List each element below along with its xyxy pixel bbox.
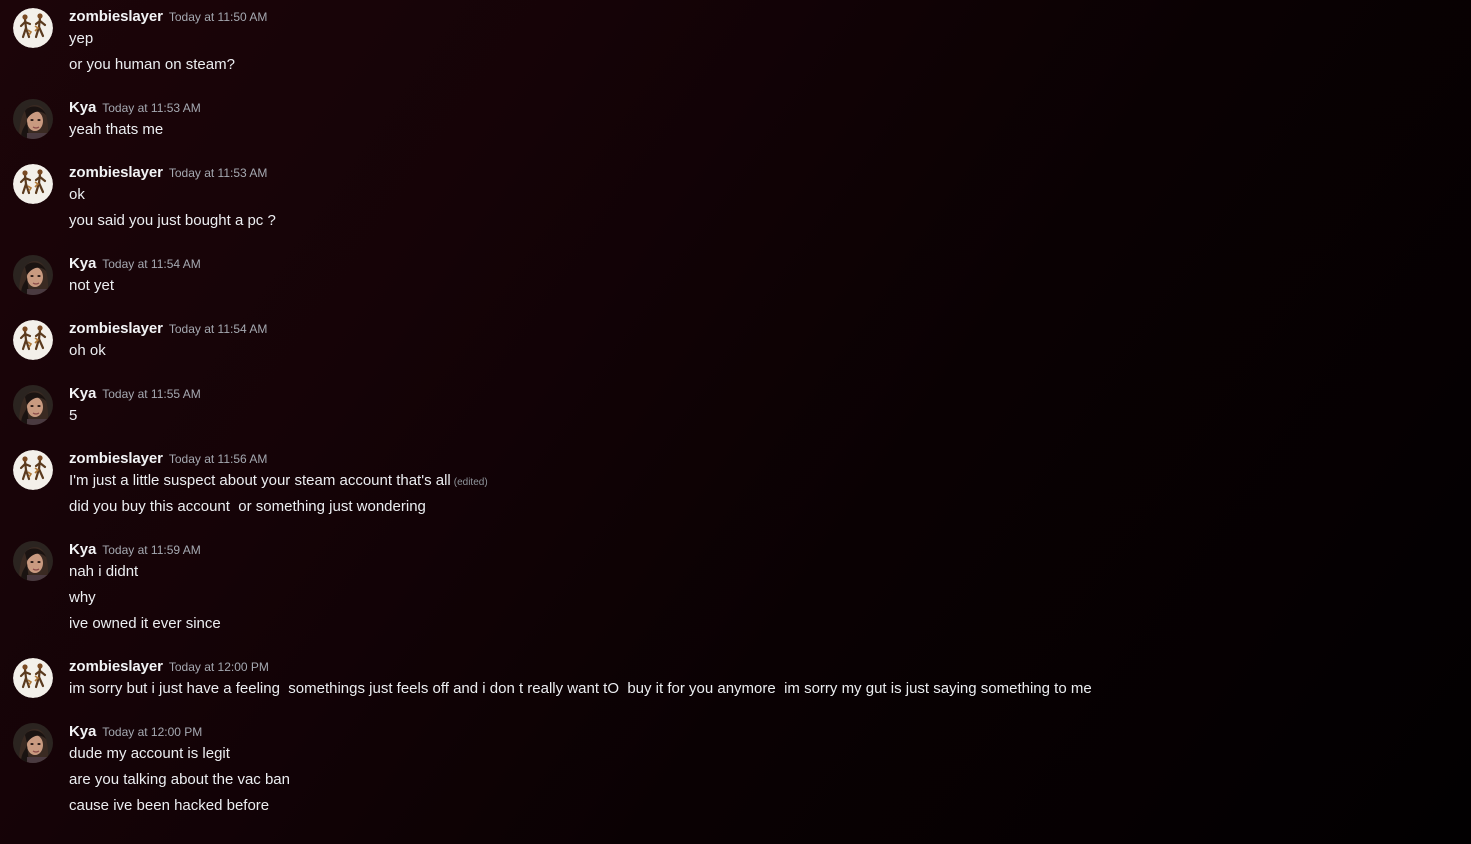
- timestamp[interactable]: Today at 11:54 AM: [102, 257, 201, 271]
- message-text: nah i didnt: [69, 563, 139, 580]
- message-header: Kya Today at 12:00 PM: [69, 723, 202, 743]
- message-text: dude my account is legit: [69, 745, 230, 762]
- username[interactable]: Kya: [69, 99, 96, 116]
- username[interactable]: zombieslayer: [69, 450, 163, 467]
- message-text: ok: [69, 186, 85, 203]
- message-text: yep: [69, 30, 94, 47]
- kya-avatar-icon[interactable]: [13, 541, 53, 581]
- message-text-row: I'm just a little suspect about your ste…: [69, 471, 488, 493]
- message-header: Kya Today at 11:53 AM: [69, 99, 201, 119]
- username[interactable]: Kya: [69, 723, 96, 740]
- zombieslayer-avatar-icon[interactable]: [13, 450, 53, 490]
- message-header: Kya Today at 11:59 AM: [69, 541, 201, 561]
- message-text: im sorry but i just have a feeling somet…: [69, 680, 1092, 697]
- kya-avatar-icon[interactable]: [13, 255, 53, 295]
- message-text: you said you just bought a pc ?: [69, 212, 276, 229]
- message-header: zombieslayer Today at 11:56 AM: [69, 450, 267, 470]
- message-text: yeah thats me: [69, 121, 164, 138]
- timestamp[interactable]: Today at 11:59 AM: [102, 543, 201, 557]
- message-text: or you human on steam?: [69, 56, 235, 73]
- kya-avatar-icon[interactable]: [13, 385, 53, 425]
- message-header: zombieslayer Today at 12:00 PM: [69, 658, 269, 678]
- username[interactable]: Kya: [69, 255, 96, 272]
- zombieslayer-avatar-icon[interactable]: [13, 320, 53, 360]
- message-text: why: [69, 589, 96, 606]
- timestamp[interactable]: Today at 11:50 AM: [169, 10, 268, 24]
- username[interactable]: zombieslayer: [69, 8, 163, 25]
- username[interactable]: Kya: [69, 385, 96, 402]
- timestamp[interactable]: Today at 12:00 PM: [169, 660, 269, 674]
- message-text: 5: [69, 407, 78, 424]
- username[interactable]: zombieslayer: [69, 164, 163, 181]
- timestamp[interactable]: Today at 11:56 AM: [169, 452, 268, 466]
- message-header: zombieslayer Today at 11:50 AM: [69, 8, 267, 28]
- timestamp[interactable]: Today at 11:55 AM: [102, 387, 201, 401]
- username[interactable]: zombieslayer: [69, 658, 163, 675]
- message-text: I'm just a little suspect about your ste…: [69, 472, 451, 489]
- edited-label: (edited): [453, 477, 488, 488]
- message-header: Kya Today at 11:54 AM: [69, 255, 201, 275]
- chat-message-list: zombieslayer Today at 11:50 AM yep or you…: [0, 0, 1471, 844]
- zombieslayer-avatar-icon[interactable]: [13, 164, 53, 204]
- timestamp[interactable]: Today at 12:00 PM: [102, 725, 202, 739]
- message-text: oh ok: [69, 342, 106, 359]
- message-header: zombieslayer Today at 11:54 AM: [69, 320, 267, 340]
- username[interactable]: zombieslayer: [69, 320, 163, 337]
- timestamp[interactable]: Today at 11:53 AM: [102, 101, 201, 115]
- zombieslayer-avatar-icon[interactable]: [13, 658, 53, 698]
- message-header: zombieslayer Today at 11:53 AM: [69, 164, 267, 184]
- zombieslayer-avatar-icon[interactable]: [13, 8, 53, 48]
- message-text: did you buy this account or something ju…: [69, 498, 426, 515]
- message-text: are you talking about the vac ban: [69, 771, 290, 788]
- username[interactable]: Kya: [69, 541, 96, 558]
- message-text: cause ive been hacked before: [69, 797, 270, 814]
- kya-avatar-icon[interactable]: [13, 723, 53, 763]
- timestamp[interactable]: Today at 11:53 AM: [169, 166, 268, 180]
- message-text: not yet: [69, 277, 115, 294]
- message-header: Kya Today at 11:55 AM: [69, 385, 201, 405]
- message-text: ive owned it ever since: [69, 615, 221, 632]
- kya-avatar-icon[interactable]: [13, 99, 53, 139]
- timestamp[interactable]: Today at 11:54 AM: [169, 322, 268, 336]
